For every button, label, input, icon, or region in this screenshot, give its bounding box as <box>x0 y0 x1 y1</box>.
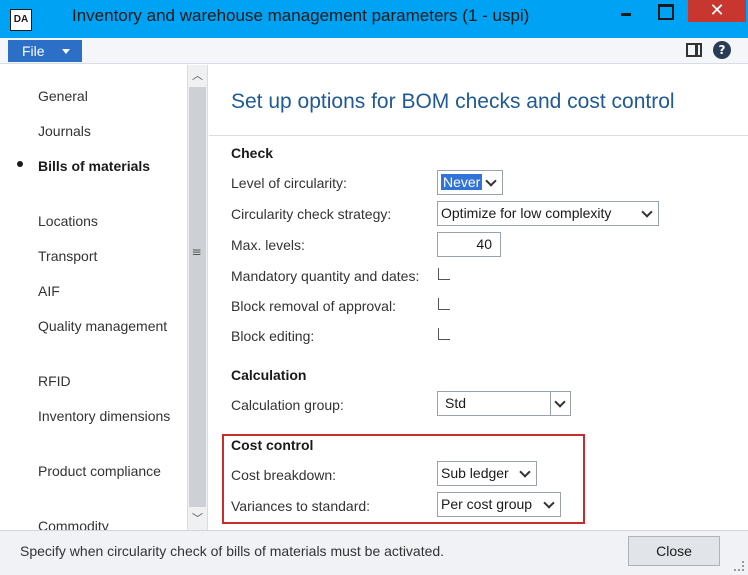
level-of-circularity-select[interactable]: Never <box>437 170 503 195</box>
scroll-up-icon[interactable]: ︿ <box>188 67 207 85</box>
nav-item-rfid[interactable]: RFID <box>38 371 178 391</box>
cost-control-heading: Cost control <box>231 437 314 453</box>
chevron-down-icon <box>482 171 502 194</box>
grip-icon: ≡ <box>191 245 202 259</box>
nav-item-inventory-dimensions[interactable]: Inventory dimensions <box>38 406 178 426</box>
status-bar: Specify when circularity check of bills … <box>0 530 748 575</box>
scroll-down-icon[interactable]: ﹀ <box>188 510 207 528</box>
variances-to-standard-label: Variances to standard: <box>231 498 371 514</box>
status-text: Specify when circularity check of bills … <box>20 543 445 559</box>
mandatory-quantity-dates-label: Mandatory quantity and dates: <box>231 268 420 284</box>
nav-item-quality-management[interactable]: Quality management <box>38 316 178 336</box>
max-levels-input[interactable]: 40 <box>437 232 501 257</box>
nav-item-general[interactable]: General <box>38 86 178 106</box>
nav-item-locations[interactable]: Locations <box>38 211 178 231</box>
block-removal-of-approval-label: Block removal of approval: <box>231 298 396 314</box>
circularity-check-strategy-label: Circularity check strategy: <box>231 206 392 222</box>
variances-to-standard-value: Per cost group <box>441 496 533 512</box>
nav-item-commodity[interactable]: Commodity <box>38 516 178 530</box>
window-title: Inventory and warehouse management param… <box>72 6 530 25</box>
variances-to-standard-select[interactable]: Per cost group <box>437 492 561 517</box>
cost-breakdown-value: Sub ledger <box>441 465 509 481</box>
block-removal-of-approval-checkbox[interactable] <box>438 298 450 310</box>
window-close-button[interactable]: ✕ <box>688 0 746 22</box>
calculation-group-select[interactable]: Std <box>437 391 571 416</box>
chevron-down-icon <box>638 202 658 225</box>
page-title: Set up options for BOM checks and cost c… <box>231 90 675 113</box>
calculation-heading: Calculation <box>231 367 307 383</box>
content-panel: Set up options for BOM checks and cost c… <box>209 65 748 530</box>
app-icon[interactable]: DA <box>10 9 32 31</box>
help-icon[interactable]: ? <box>713 41 731 59</box>
active-bullet-icon <box>17 161 23 167</box>
nav-item-product-compliance[interactable]: Product compliance <box>38 461 178 481</box>
chevron-down-icon <box>516 462 536 485</box>
block-editing-label: Block editing: <box>231 328 315 344</box>
nav-item-aif[interactable]: AIF <box>38 281 178 301</box>
max-levels-value: 40 <box>476 236 492 252</box>
title-bar: DA Inventory and warehouse management pa… <box>0 0 748 38</box>
scrollbar-thumb[interactable] <box>189 87 206 507</box>
nav-item-transport[interactable]: Transport <box>38 246 178 266</box>
max-levels-label: Max. levels: <box>231 237 305 253</box>
minimize-button[interactable] <box>610 0 642 22</box>
layout-icon[interactable] <box>686 43 702 57</box>
resize-grip-icon[interactable] <box>734 561 744 571</box>
menu-bar: File ? <box>0 38 748 64</box>
chevron-down-icon <box>540 493 560 516</box>
chevron-down-icon <box>550 392 570 415</box>
circularity-check-strategy-value: Optimize for low complexity <box>441 205 612 221</box>
cost-breakdown-label: Cost breakdown: <box>231 467 337 483</box>
circularity-check-strategy-select[interactable]: Optimize for low complexity <box>437 201 659 226</box>
mandatory-quantity-dates-checkbox[interactable] <box>438 268 450 280</box>
nav-scrollbar[interactable]: ︿ ≡ ﹀ <box>187 65 208 530</box>
file-menu-button[interactable]: File <box>8 40 82 62</box>
chevron-down-icon <box>62 49 70 54</box>
section-nav: General Journals Bills of materials Loca… <box>0 65 187 530</box>
block-editing-checkbox[interactable] <box>438 328 450 340</box>
nav-item-bills-of-materials[interactable]: Bills of materials <box>38 156 178 176</box>
maximize-button[interactable] <box>648 0 680 22</box>
level-of-circularity-value: Never <box>441 174 483 190</box>
file-menu-label: File <box>22 43 45 59</box>
level-of-circularity-label: Level of circularity: <box>231 175 347 191</box>
calculation-group-value: Std <box>445 395 467 411</box>
calculation-group-label: Calculation group: <box>231 397 344 413</box>
cost-breakdown-select[interactable]: Sub ledger <box>437 461 537 486</box>
nav-item-journals[interactable]: Journals <box>38 121 178 141</box>
divider <box>209 135 748 136</box>
close-button[interactable]: Close <box>628 536 720 566</box>
check-heading: Check <box>231 145 274 161</box>
